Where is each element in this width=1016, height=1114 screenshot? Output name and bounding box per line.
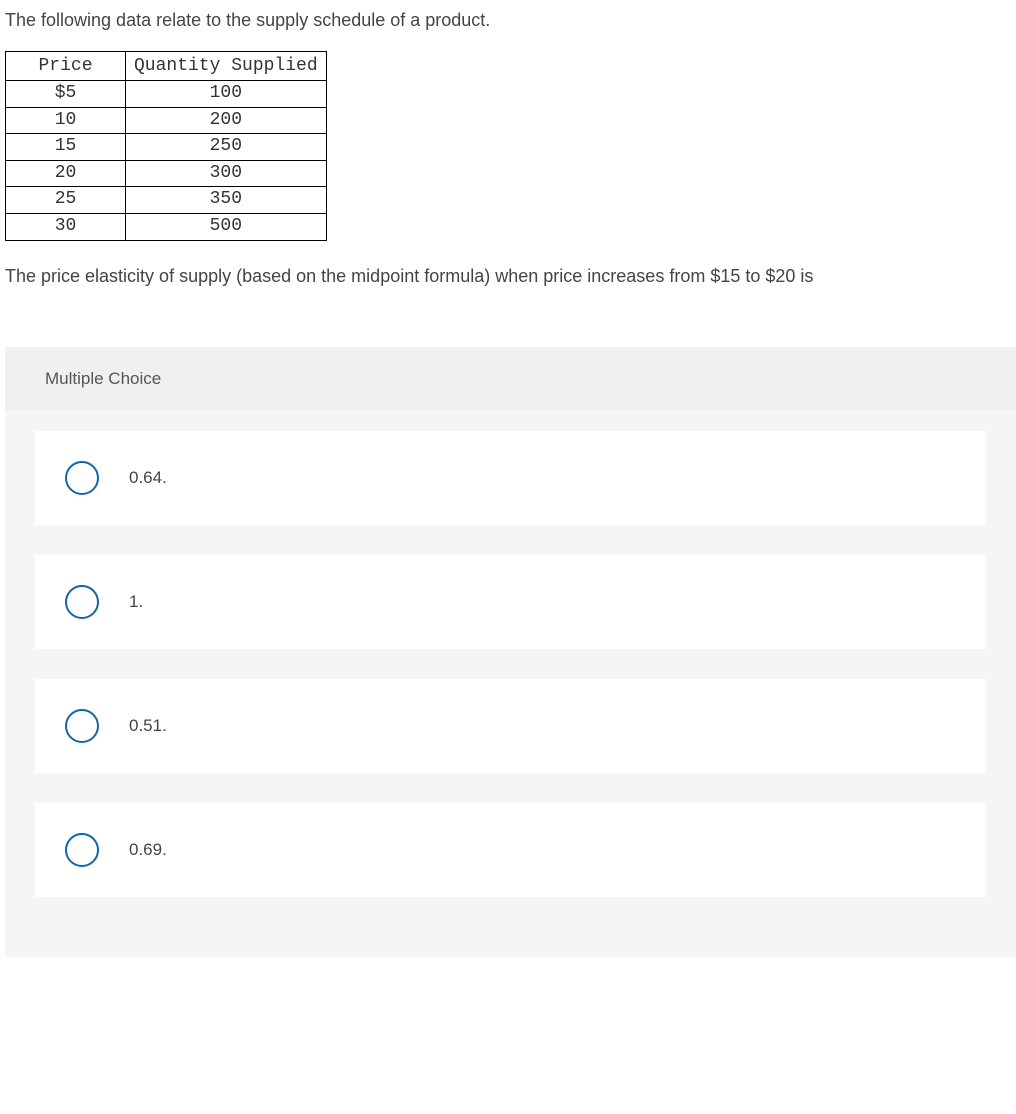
table-row: 20 300 bbox=[6, 160, 327, 187]
supply-schedule-table: Price Quantity Supplied $5 100 10 200 15… bbox=[5, 51, 327, 241]
table-cell: 10 bbox=[6, 107, 126, 134]
table-cell: 500 bbox=[126, 213, 327, 240]
radio-icon[interactable] bbox=[65, 833, 99, 867]
radio-icon[interactable] bbox=[65, 709, 99, 743]
option-label: 1. bbox=[129, 592, 143, 612]
table-row: 30 500 bbox=[6, 213, 327, 240]
option-3[interactable]: 0.51. bbox=[35, 679, 986, 773]
table-header-price: Price bbox=[6, 52, 126, 81]
table-cell: $5 bbox=[6, 81, 126, 108]
option-4[interactable]: 0.69. bbox=[35, 803, 986, 897]
table-cell: 20 bbox=[6, 160, 126, 187]
table-header-row: Price Quantity Supplied bbox=[6, 52, 327, 81]
option-label: 0.64. bbox=[129, 468, 167, 488]
multiple-choice-options: 0.64. 1. 0.51. 0.69. bbox=[5, 411, 1016, 957]
option-label: 0.51. bbox=[129, 716, 167, 736]
table-row: 10 200 bbox=[6, 107, 327, 134]
radio-icon[interactable] bbox=[65, 585, 99, 619]
table-row: $5 100 bbox=[6, 81, 327, 108]
multiple-choice-header: Multiple Choice bbox=[5, 347, 1016, 411]
option-2[interactable]: 1. bbox=[35, 555, 986, 649]
table-cell: 15 bbox=[6, 134, 126, 161]
multiple-choice-container: Multiple Choice 0.64. 1. 0.51. 0.69. bbox=[5, 347, 1016, 957]
table-row: 25 350 bbox=[6, 187, 327, 214]
table-cell: 30 bbox=[6, 213, 126, 240]
table-cell: 200 bbox=[126, 107, 327, 134]
option-1[interactable]: 0.64. bbox=[35, 431, 986, 525]
option-label: 0.69. bbox=[129, 840, 167, 860]
table-cell: 350 bbox=[126, 187, 327, 214]
table-row: 15 250 bbox=[6, 134, 327, 161]
table-cell: 300 bbox=[126, 160, 327, 187]
intro-text: The following data relate to the supply … bbox=[5, 10, 1016, 31]
table-cell: 100 bbox=[126, 81, 327, 108]
radio-icon[interactable] bbox=[65, 461, 99, 495]
table-header-quantity: Quantity Supplied bbox=[126, 52, 327, 81]
question-text: The price elasticity of supply (based on… bbox=[5, 266, 1016, 287]
table-cell: 25 bbox=[6, 187, 126, 214]
table-cell: 250 bbox=[126, 134, 327, 161]
